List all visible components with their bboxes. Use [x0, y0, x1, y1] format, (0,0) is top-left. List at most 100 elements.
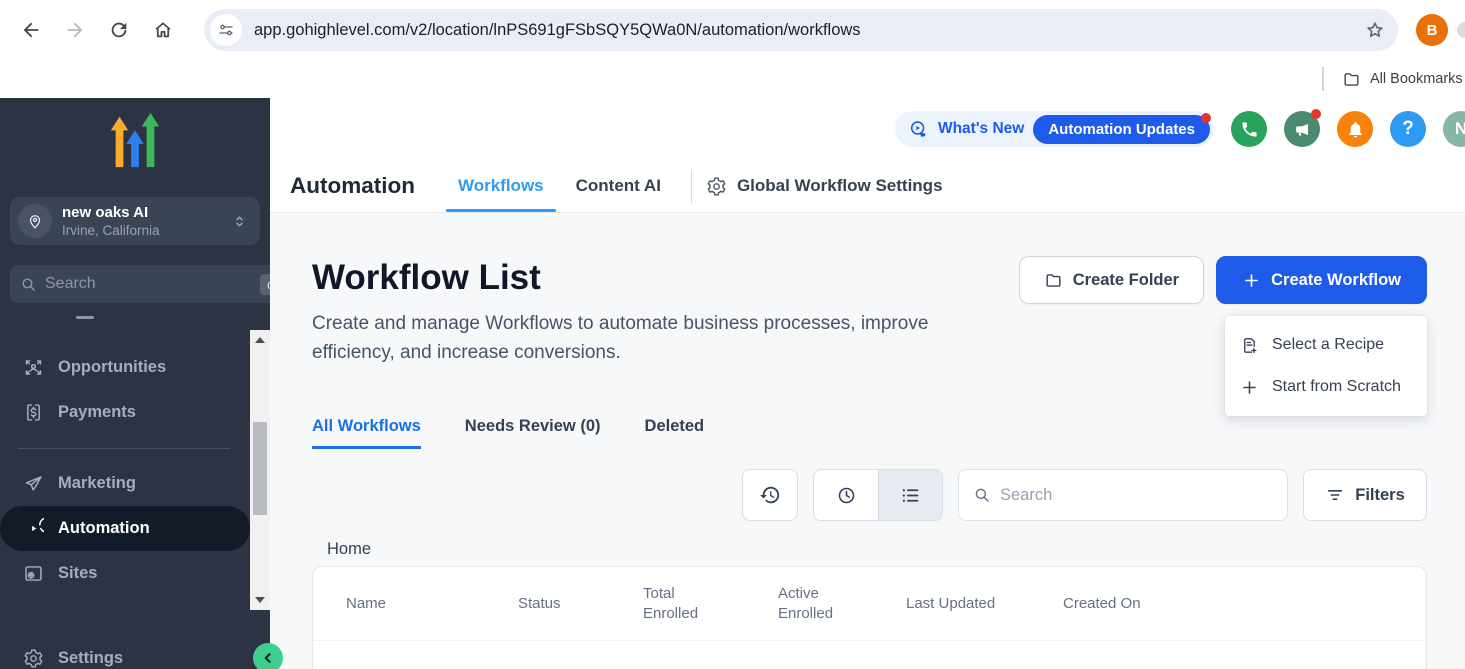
workflow-search[interactable] [958, 469, 1288, 521]
sidebar-item-marketing[interactable]: Marketing [0, 461, 270, 506]
account-name: new oaks AI [62, 204, 221, 222]
sidebar-nav: Opportunities Payments Marketing Aut [0, 316, 270, 669]
location-switcher[interactable]: new oaks AI Irvine, California [10, 197, 260, 245]
user-avatar[interactable]: N [1443, 111, 1465, 147]
sidebar-item-payments[interactable]: Payments [0, 390, 270, 435]
url-bar[interactable]: app.gohighlevel.com/v2/location/lnPS691g… [204, 9, 1398, 51]
plus-icon [1240, 378, 1259, 397]
column-header-total-enrolled: Total Enrolled [643, 584, 707, 624]
browser-chrome: app.gohighlevel.com/v2/location/lnPS691g… [0, 0, 1465, 60]
table-header-row: Name Status Total Enrolled Active Enroll… [313, 567, 1426, 641]
search-icon [973, 486, 991, 504]
help-button[interactable]: ? [1390, 111, 1426, 147]
whats-new-icon [908, 119, 929, 140]
workflow-table: Name Status Total Enrolled Active Enroll… [312, 566, 1427, 669]
notification-dot [1311, 109, 1321, 119]
browser-home-icon[interactable] [146, 13, 180, 47]
column-header-status: Status [518, 594, 643, 614]
sidebar-scrollbar[interactable] [250, 330, 270, 610]
menu-item-start-from-scratch[interactable]: Start from Scratch [1225, 366, 1427, 408]
marketing-icon [23, 473, 44, 494]
create-workflow-button[interactable]: Create Workflow [1216, 256, 1427, 304]
filters-button[interactable]: Filters [1303, 469, 1427, 521]
list-view-segment[interactable] [878, 470, 942, 520]
sidebar-item-label: Automation [58, 519, 150, 538]
settings-gear-icon [23, 648, 44, 669]
all-bookmarks-label[interactable]: All Bookmarks [1370, 71, 1465, 87]
sidebar-item-label: Settings [58, 649, 123, 668]
browser-profile-avatar[interactable]: B [1416, 14, 1448, 46]
create-workflow-dropdown: Select a Recipe Start from Scratch [1225, 316, 1427, 416]
bookmark-star-icon[interactable] [1364, 19, 1386, 41]
clock-icon [836, 485, 857, 506]
page-title: Workflow List [312, 256, 1019, 300]
sidebar-collapse-button[interactable] [253, 643, 283, 669]
bookmarks-separator [1322, 67, 1324, 91]
url-text[interactable]: app.gohighlevel.com/v2/location/lnPS691g… [254, 21, 1364, 40]
bookmarks-folder-icon [1342, 70, 1361, 89]
tab-content-ai[interactable]: Content AI [566, 160, 671, 212]
notifications-bell-button[interactable] [1337, 111, 1373, 147]
opportunities-icon [23, 357, 44, 378]
tab-all-workflows[interactable]: All Workflows [312, 417, 421, 449]
sites-icon [23, 563, 44, 584]
plus-icon [1242, 271, 1261, 290]
workflow-toolbar: Filters [312, 469, 1427, 521]
view-toggle [813, 469, 943, 521]
scrolled-item-partial [76, 316, 94, 319]
browser-menu-partial [1457, 22, 1465, 38]
page-section-title: Automation [290, 173, 415, 199]
scrollbar-down-arrow[interactable] [255, 597, 265, 603]
scrollbar-thumb[interactable] [253, 422, 267, 515]
nav-divider [18, 448, 230, 449]
phone-button[interactable] [1231, 111, 1267, 147]
browser-back-icon[interactable] [14, 13, 48, 47]
column-header-created-on: Created On [1063, 594, 1426, 614]
gohighlevel-logo [109, 111, 161, 176]
recent-view-segment[interactable] [814, 470, 878, 520]
chevron-left-icon [259, 649, 277, 667]
tab-needs-review[interactable]: Needs Review (0) [465, 417, 601, 449]
sidebar-item-label: Sites [58, 564, 97, 583]
site-info-icon[interactable] [210, 14, 242, 46]
sidebar-item-opportunities[interactable]: Opportunities [0, 345, 270, 390]
column-header-active-enrolled: Active Enrolled [778, 584, 842, 624]
main-area: What's New Automation Updates ? [270, 98, 1465, 669]
list-icon [900, 485, 921, 506]
sidebar-item-label: Marketing [58, 474, 136, 493]
create-folder-button[interactable]: Create Folder [1019, 256, 1204, 304]
menu-item-select-a-recipe[interactable]: Select a Recipe [1225, 324, 1427, 366]
filter-icon [1325, 485, 1345, 505]
tab-separator [691, 169, 692, 203]
browser-reload-icon[interactable] [102, 13, 136, 47]
sidebar-search[interactable]: ctrl K [10, 265, 312, 303]
recipe-icon [1240, 336, 1259, 355]
sidebar-item-sites[interactable]: Sites [0, 551, 270, 596]
whats-new-label: What's New [938, 120, 1024, 138]
sidebar-item-label: Opportunities [58, 358, 166, 377]
column-header-name: Name [346, 594, 518, 614]
tab-workflows[interactable]: Workflows [448, 160, 554, 212]
scrollbar-up-arrow[interactable] [255, 337, 265, 343]
chevron-updown-icon [231, 213, 248, 230]
location-pin-icon [18, 204, 52, 238]
sidebar-item-automation[interactable]: Automation [0, 506, 250, 551]
notification-dot [1201, 113, 1211, 123]
sidebar-item-settings[interactable]: Settings [0, 636, 270, 669]
main-header: What's New Automation Updates ? [270, 98, 1465, 213]
sidebar-search-input[interactable] [45, 275, 252, 293]
whats-new-pill[interactable]: What's New Automation Updates [895, 111, 1214, 147]
payments-icon [23, 402, 44, 423]
tab-deleted[interactable]: Deleted [645, 417, 705, 449]
account-location: Irvine, California [62, 222, 221, 239]
workflow-search-input[interactable] [1000, 486, 1273, 505]
workflow-tabs: All Workflows Needs Review (0) Deleted [312, 417, 1427, 449]
browser-forward-icon[interactable] [58, 13, 92, 47]
bookmarks-bar: All Bookmarks [0, 60, 1465, 98]
sidebar: new oaks AI Irvine, California ctrl K [0, 98, 270, 669]
breadcrumb[interactable]: Home [327, 540, 1427, 559]
automation-updates-button[interactable]: Automation Updates [1033, 115, 1210, 144]
announcements-button[interactable] [1284, 111, 1320, 147]
execution-logs-button[interactable] [742, 469, 798, 521]
global-workflow-settings-link[interactable]: Global Workflow Settings [706, 176, 943, 197]
